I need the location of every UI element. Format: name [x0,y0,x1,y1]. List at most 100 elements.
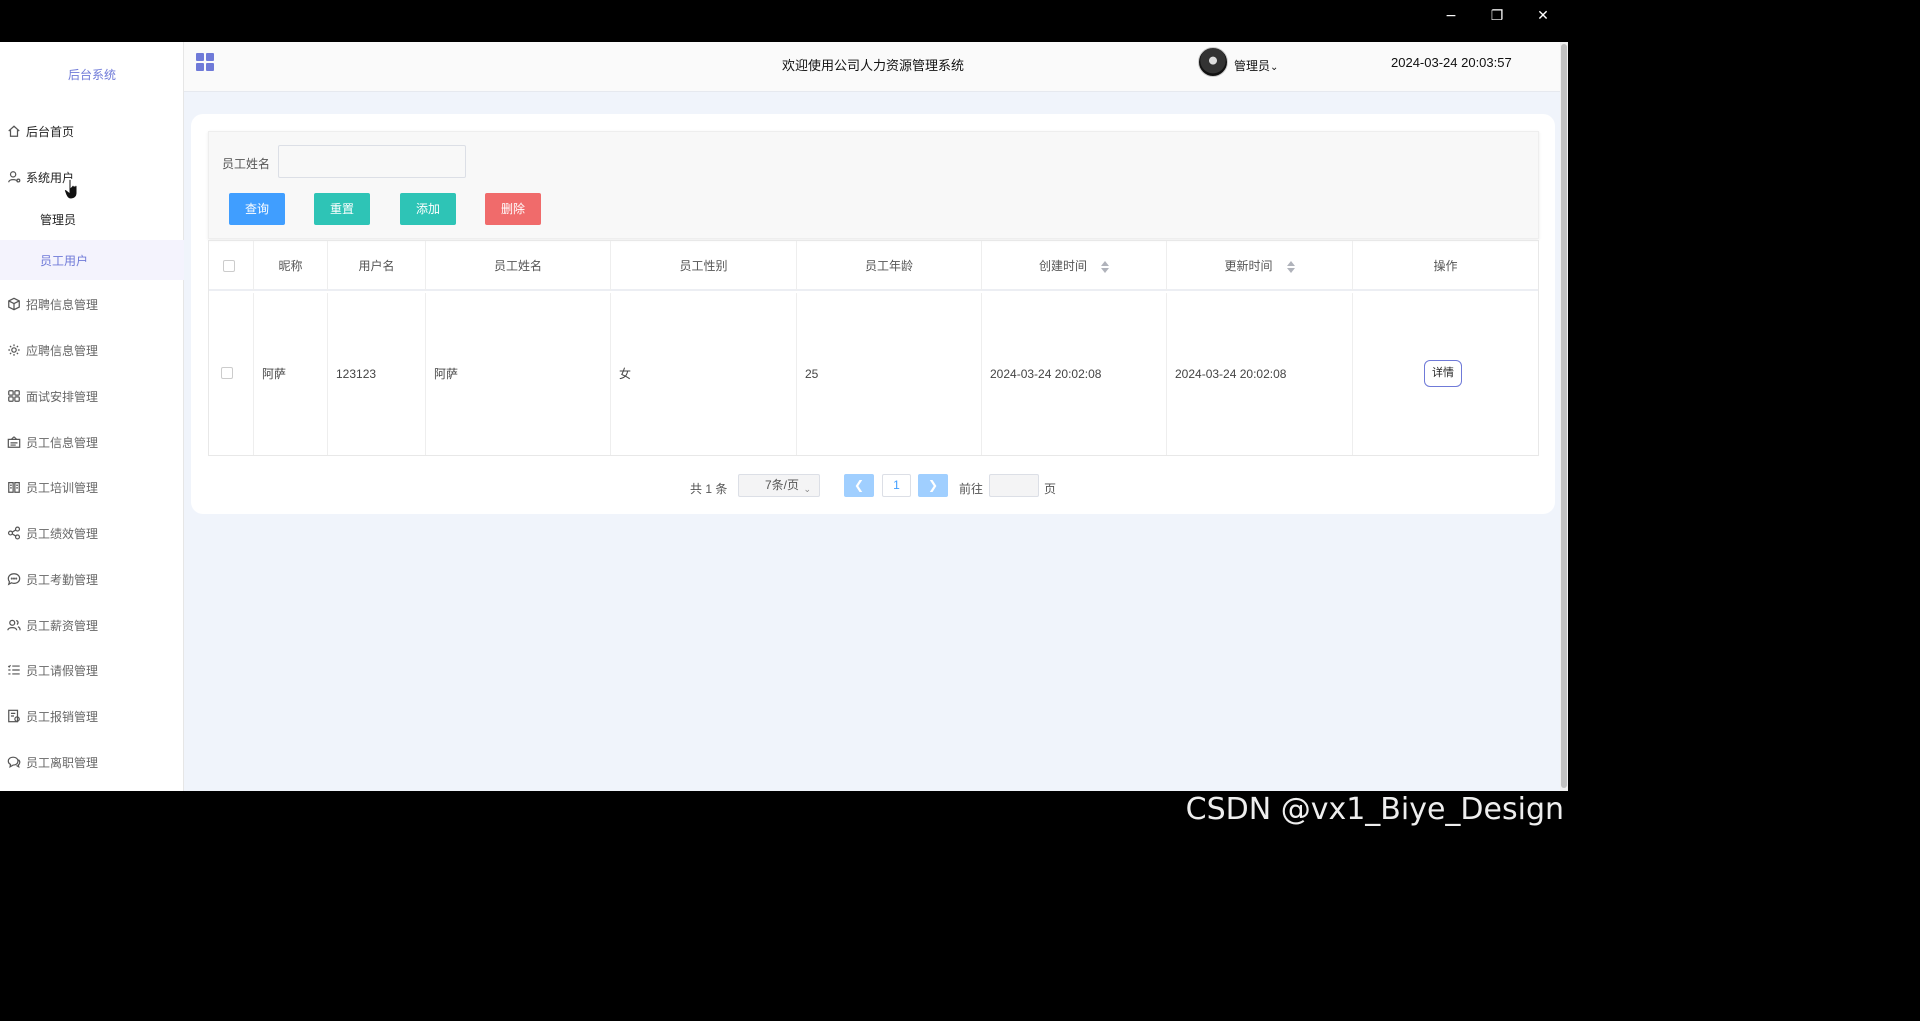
sidebar-item-interviews[interactable]: 面试安排管理 [0,376,184,416]
users-icon [6,617,22,633]
sidebar-item-label: 员工离职管理 [26,755,99,770]
bottom-bar: CSDN @vx1_Biye_Design [0,791,1568,834]
chevron-down-icon: ⌄ [803,484,811,494]
pagination-total: 共 1 条 [690,482,728,496]
id-card-icon [6,434,22,450]
chevron-left-icon: ❮ [853,478,865,492]
column-header-username: 用户名 [328,241,426,291]
page-number-current[interactable]: 1 [882,474,911,497]
column-header-actions: 操作 [1433,259,1458,273]
sidebar-item-label: 员工绩效管理 [26,526,99,541]
chevron-down-icon: ⌄ [1270,62,1279,73]
cell-updated: 2024-03-24 20:02:08 [1167,293,1353,455]
query-button[interactable]: 查询 [229,193,285,225]
sidebar-item-attendance[interactable]: 员工考勤管理 [0,559,184,599]
sidebar-item-training[interactable]: 员工培训管理 [0,467,184,507]
column-header-age: 员工年龄 [797,241,982,291]
row-checkbox[interactable] [221,367,233,379]
user-menu[interactable]: 管理员⌄ [1234,57,1278,74]
book-icon [6,479,22,495]
sidebar-item-label: 员工考勤管理 [26,572,99,587]
sidebar-subitem-employee-users[interactable]: 员工用户 [0,240,184,280]
sidebar-item-recruitment[interactable]: 招聘信息管理 [0,284,184,324]
main-card: 员工姓名 查询 重置 添加 删除 昵称 用户名 员工姓名 员工性别 员工年龄 创… [191,114,1555,514]
user-name: 管理员 [1234,59,1271,73]
top-header: 欢迎使用公司人力资源管理系统 管理员⌄ 2024-03-24 20:03:57 [184,42,1560,92]
share-icon [6,525,22,541]
column-header-gender: 员工性别 [611,241,797,291]
watermark: CSDN @vx1_Biye_Design [1185,792,1564,827]
reset-button[interactable]: 重置 [314,193,370,225]
sidebar-item-salary[interactable]: 员工薪资管理 [0,605,184,645]
sidebar-item-performance[interactable]: 员工绩效管理 [0,513,184,553]
sidebar-item-label: 后台首页 [26,124,75,139]
column-header-employee-name: 员工姓名 [426,241,611,291]
home-icon [6,123,22,139]
cell-created: 2024-03-24 20:02:08 [982,293,1167,455]
column-header-nickname: 昵称 [254,241,328,291]
page-scrollbar[interactable] [1560,42,1568,791]
page-unit-label: 页 [1044,482,1057,496]
page-size-select[interactable]: 7条/页 ⌄ [738,474,820,497]
sidebar-item-label: 员工薪资管理 [26,618,99,633]
grid-icon [6,388,22,404]
cell-nickname: 阿萨 [254,293,328,455]
sidebar-item-label: 员工报销管理 [26,709,99,724]
menu-toggle-icon[interactable] [196,53,214,71]
minimize-button[interactable]: − [1440,6,1462,26]
sidebar-item-reimbursement[interactable]: 员工报销管理 [0,696,184,736]
cell-employee-name: 阿萨 [426,293,611,455]
sidebar-item-leave[interactable]: 员工请假管理 [0,650,184,690]
page-title: 欢迎使用公司人力资源管理系统 [782,58,965,73]
pagination: 共 1 条 7条/页 ⌄ ❮ 1 ❯ 前往 页 [191,474,1555,500]
sort-icon[interactable] [1286,260,1295,273]
brand-title: 后台系统 [67,68,116,82]
hand-cursor-icon [64,178,78,200]
cell-age: 25 [797,293,982,455]
current-datetime: 2024-03-24 20:03:57 [1391,55,1512,70]
search-label: 员工姓名 [222,157,271,171]
column-header-updated-label: 更新时间 [1224,259,1273,273]
next-page-button[interactable]: ❯ [918,474,948,497]
sidebar-item-label: 应聘信息管理 [26,343,99,358]
sidebar-item-applications[interactable]: 应聘信息管理 [0,330,184,370]
search-panel: 员工姓名 查询 重置 添加 删除 [208,131,1539,239]
column-header-created-label: 创建时间 [1038,259,1087,273]
table-header: 昵称 用户名 员工姓名 员工性别 员工年龄 创建时间 更新时间 操作 [209,241,1538,291]
prev-page-button[interactable]: ❮ [844,474,874,497]
sidebar-item-home[interactable]: 后台首页 [0,111,184,151]
add-button[interactable]: 添加 [400,193,456,225]
delete-button[interactable]: 删除 [485,193,541,225]
cube-icon [6,296,22,312]
sidebar-item-label: 员工培训管理 [26,480,99,495]
sidebar: 后台系统 后台首页 系统用户 管理员 员工用户 招聘信息管理 应聘信息管理 面试… [0,42,184,791]
goto-page-input[interactable] [989,474,1039,497]
select-all-checkbox[interactable] [223,260,235,272]
receipt-icon [6,708,22,724]
sidebar-item-employee-info[interactable]: 员工信息管理 [0,422,184,462]
close-button[interactable]: ✕ [1532,6,1554,26]
page-size-value: 7条/页 [765,478,800,492]
sidebar-item-label: 招聘信息管理 [26,297,99,312]
list-icon [6,662,22,678]
sidebar-item-resignation[interactable]: 员工离职管理 [0,742,184,782]
sidebar-item-label: 员工请假管理 [26,663,99,678]
sidebar-item-label: 面试安排管理 [26,389,99,404]
goto-label: 前往 [959,482,984,496]
sidebar-item-system-users[interactable]: 系统用户 [0,157,184,197]
detail-button[interactable]: 详情 [1424,360,1462,387]
sort-icon[interactable] [1101,260,1109,273]
app: 后台系统 后台首页 系统用户 管理员 员工用户 招聘信息管理 应聘信息管理 面试… [0,42,1568,791]
restore-button[interactable]: ❐ [1486,6,1508,26]
column-header-created[interactable]: 创建时间 [982,241,1167,291]
column-header-updated[interactable]: 更新时间 [1167,241,1353,291]
sidebar-item-label: 员工信息管理 [26,435,99,450]
gear-icon [6,342,22,358]
chat-bubbles-icon [6,754,22,770]
avatar[interactable] [1198,47,1228,77]
chevron-right-icon: ❯ [927,478,939,492]
employee-table: 昵称 用户名 员工姓名 员工性别 员工年龄 创建时间 更新时间 操作 阿萨 12… [208,240,1539,456]
sidebar-subitem-admin[interactable]: 管理员 [0,199,184,239]
chat-icon [6,571,22,587]
employee-name-search-input[interactable] [278,145,466,178]
